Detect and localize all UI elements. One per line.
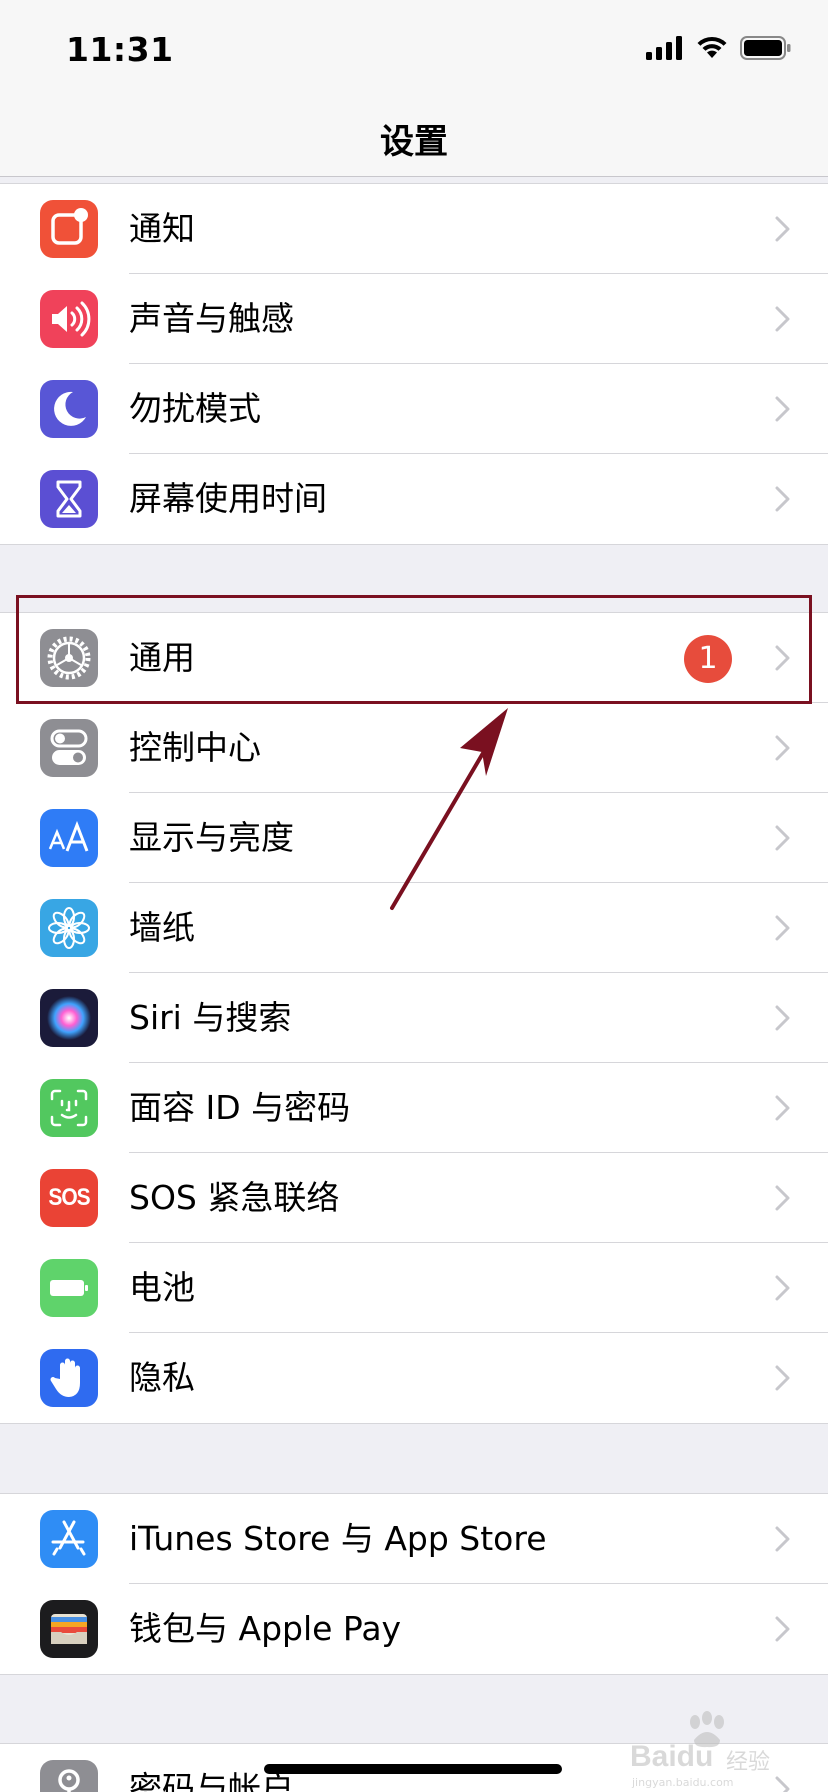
- sound-icon: [40, 290, 98, 348]
- chevron-right-icon: [775, 1365, 790, 1391]
- settings-row-label: 电池: [129, 1268, 195, 1307]
- chevron-right-icon: [775, 645, 790, 671]
- settings-row-battery[interactable]: 电池: [0, 1243, 828, 1333]
- settings-row-label: 通用: [129, 638, 195, 677]
- sos-icon-text: SOS: [48, 1184, 90, 1211]
- settings-row-display[interactable]: 显示与亮度: [0, 793, 828, 883]
- settings-row-screen-time[interactable]: 屏幕使用时间: [0, 454, 828, 544]
- wifi-icon: [697, 36, 727, 58]
- chevron-right-icon: [775, 1185, 790, 1211]
- moon-icon: [40, 380, 98, 438]
- settings-row-do-not-disturb[interactable]: 勿扰模式: [0, 364, 828, 454]
- navigation-bar: 设置: [0, 100, 828, 177]
- chevron-right-icon: [775, 396, 790, 422]
- settings-row-label: 勿扰模式: [129, 389, 261, 428]
- baidu-watermark: Baidu 经验 jingyan.baidu.com: [630, 1710, 800, 1790]
- settings-row-label: 显示与亮度: [129, 818, 294, 857]
- flower-icon: [40, 899, 98, 957]
- siri-icon: [40, 989, 98, 1047]
- settings-row-siri[interactable]: Siri 与搜索: [0, 973, 828, 1063]
- settings-row-privacy[interactable]: 隐私: [0, 1333, 828, 1423]
- notification-badge: 1: [684, 635, 732, 683]
- chevron-right-icon: [775, 1526, 790, 1552]
- watermark-url: jingyan.baidu.com: [632, 1776, 734, 1789]
- settings-row-label: 屏幕使用时间: [129, 479, 327, 518]
- chevron-right-icon: [775, 216, 790, 242]
- watermark-brand: Baidu: [630, 1740, 714, 1773]
- settings-row-face-id[interactable]: 面容 ID 与密码: [0, 1063, 828, 1153]
- page-title: 设置: [380, 122, 448, 162]
- settings-group-3: iTunes Store 与 App Store 钱包与 Apple Pay: [0, 1493, 828, 1675]
- watermark-brand-cn: 经验: [726, 1750, 771, 1775]
- settings-row-emergency-sos[interactable]: SOS SOS 紧急联络: [0, 1153, 828, 1243]
- settings-row-label: Siri 与搜索: [129, 998, 292, 1037]
- settings-row-wallpaper[interactable]: 墙纸: [0, 883, 828, 973]
- settings-group-2: 通用 1 控制中心 显示与亮度 墙纸 Siri 与搜索 面容 ID 与密码 SO…: [0, 612, 828, 1424]
- settings-row-label: SOS 紧急联络: [129, 1178, 340, 1217]
- settings-row-label: 隐私: [129, 1358, 195, 1397]
- settings-row-wallet[interactable]: 钱包与 Apple Pay: [0, 1584, 828, 1674]
- chevron-right-icon: [775, 1005, 790, 1031]
- chevron-right-icon: [775, 825, 790, 851]
- hand-icon: [40, 1349, 98, 1407]
- text-size-icon: [40, 809, 98, 867]
- home-indicator: [264, 1764, 562, 1774]
- chevron-right-icon: [775, 1095, 790, 1121]
- settings-row-label: 控制中心: [129, 728, 261, 767]
- chevron-right-icon: [775, 915, 790, 941]
- settings-row-app-store[interactable]: iTunes Store 与 App Store: [0, 1494, 828, 1584]
- sos-icon: SOS: [40, 1169, 98, 1227]
- settings-row-label: iTunes Store 与 App Store: [129, 1519, 547, 1558]
- chevron-right-icon: [775, 735, 790, 761]
- settings-row-label: 通知: [129, 209, 195, 248]
- app-store-icon: [40, 1510, 98, 1568]
- settings-row-sounds[interactable]: 声音与触感: [0, 274, 828, 364]
- settings-row-control-center[interactable]: 控制中心: [0, 703, 828, 793]
- status-bar: 11:31: [0, 0, 828, 100]
- chevron-right-icon: [775, 1616, 790, 1642]
- settings-row-label: 墙纸: [129, 908, 195, 947]
- settings-row-notifications[interactable]: 通知: [0, 184, 828, 274]
- chevron-right-icon: [775, 306, 790, 332]
- notifications-icon: [40, 200, 98, 258]
- status-icons: [646, 36, 792, 60]
- chevron-right-icon: [775, 1275, 790, 1301]
- gear-icon: [40, 629, 98, 687]
- settings-row-label: 声音与触感: [129, 299, 294, 338]
- hourglass-icon: [40, 470, 98, 528]
- status-time: 11:31: [66, 30, 174, 69]
- settings-row-label: 钱包与 Apple Pay: [129, 1609, 402, 1648]
- toggles-icon: [40, 719, 98, 777]
- chevron-right-icon: [775, 486, 790, 512]
- settings-row-general[interactable]: 通用 1: [0, 613, 828, 703]
- settings-row-label: 面容 ID 与密码: [129, 1088, 351, 1127]
- settings-group-1: 通知 声音与触感 勿扰模式 屏幕使用时间: [0, 183, 828, 545]
- battery-icon: [40, 1259, 98, 1317]
- face-id-icon: [40, 1079, 98, 1137]
- key-icon: [40, 1760, 98, 1792]
- battery-status-icon: [740, 36, 791, 60]
- wallet-icon: [40, 1600, 98, 1658]
- cellular-signal-icon: [646, 36, 682, 60]
